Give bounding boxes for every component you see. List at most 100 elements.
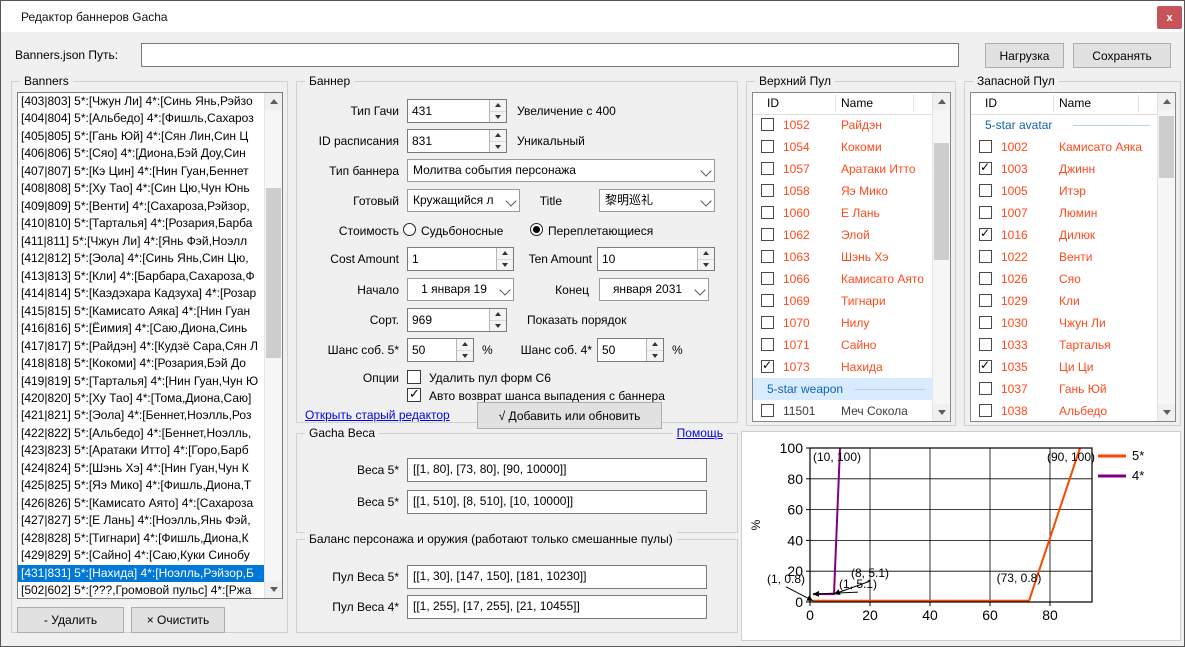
banner-list-item[interactable]: [428|828] 5*:[Тигнари] 4*:[Фишль,Диона,К bbox=[18, 530, 265, 547]
spin-up-icon[interactable] bbox=[698, 248, 714, 259]
pool-row[interactable]: 1005Итэр bbox=[971, 180, 1158, 202]
banner-list-item[interactable]: [414|814] 5*:[Каэдэхара Кадзуха] 4*:[Роз… bbox=[18, 285, 265, 302]
spin-up-icon[interactable] bbox=[647, 339, 663, 350]
end-date-select[interactable]: января 2031 bbox=[599, 278, 709, 301]
banner-list-item[interactable]: [409|809] 5*:[Венти] 4*:[Сахароза,Рэйзор… bbox=[18, 198, 265, 215]
pool4-input[interactable]: [[1, 255], [17, 255], [21, 10455]] bbox=[407, 595, 707, 619]
cost-radio-fate[interactable] bbox=[403, 223, 416, 236]
pool-row[interactable]: 1029Кли bbox=[971, 290, 1158, 312]
banner-list-item[interactable]: [415|815] 5*:[Камисато Аяка] 4*:[Нин Гуа… bbox=[18, 303, 265, 320]
banner-type-select[interactable]: Молитва события персонажа bbox=[407, 159, 715, 182]
row-checkbox[interactable] bbox=[979, 206, 992, 219]
row-checkbox[interactable] bbox=[979, 360, 992, 373]
row-checkbox[interactable] bbox=[979, 140, 992, 153]
spin-down-icon[interactable] bbox=[490, 111, 506, 123]
pool-row[interactable]: 1071Сайно bbox=[753, 334, 933, 356]
spin-up-icon[interactable] bbox=[490, 130, 506, 141]
spin-down-icon[interactable] bbox=[457, 350, 473, 362]
clear-banners-button[interactable]: × Очистить bbox=[131, 607, 225, 633]
weights5b-input[interactable]: [[1, 510], [8, 510], [10, 10000]] bbox=[407, 490, 707, 514]
title-select[interactable]: 黎明巡礼 bbox=[599, 189, 715, 212]
reserve-pool-scrollbar[interactable] bbox=[1157, 93, 1175, 421]
row-checkbox[interactable] bbox=[979, 272, 992, 285]
banner-list-item[interactable]: [427|827] 5*:[Е Лань] 4*:[Ноэлль,Янь Фэй… bbox=[18, 512, 265, 529]
row-checkbox[interactable] bbox=[761, 228, 774, 241]
pool-row[interactable]: 1038Альбедо bbox=[971, 400, 1158, 421]
pool-row[interactable]: 1026Сяо bbox=[971, 268, 1158, 290]
cost-option1-label[interactable]: Судьбоносные bbox=[421, 219, 503, 243]
pool-row[interactable]: 1066Камисато Аято bbox=[753, 268, 933, 290]
pool-row[interactable]: 1035Ци Ци bbox=[971, 356, 1158, 378]
banner-list-item[interactable]: [403|803] 5*:[Чжун Ли] 4*:[Синь Янь,Рэйз… bbox=[18, 93, 265, 110]
banner-list-item[interactable]: [404|804] 5*:[Альбедо] 4*:[Фишль,Сахароз bbox=[18, 110, 265, 127]
upper-pool-scrollbar[interactable] bbox=[932, 93, 950, 421]
banner-list-item[interactable]: [424|824] 5*:[Шэнь Хэ] 4*:[Нин Гуан,Чун … bbox=[18, 460, 265, 477]
help-link[interactable]: Помощь bbox=[673, 426, 727, 440]
delete-banner-button[interactable]: - Удалить bbox=[17, 607, 124, 633]
pool-row[interactable]: 1022Венти bbox=[971, 246, 1158, 268]
banner-list-item[interactable]: [422|822] 5*:[Альбедо] 4*:[Беннет,Ноэлль… bbox=[18, 425, 265, 442]
spin-down-icon[interactable] bbox=[698, 259, 714, 271]
banner-list-item[interactable]: [418|818] 5*:[Кокоми] 4*:[Розария,Бэй До bbox=[18, 355, 265, 372]
banner-list-item[interactable]: [421|821] 5*:[Эола] 4*:[Беннет,Ноэлль,Ро… bbox=[18, 407, 265, 424]
row-checkbox[interactable] bbox=[979, 250, 992, 263]
schedule-id-spinner[interactable]: 831 bbox=[407, 129, 507, 153]
pool-row[interactable]: 1058Яэ Мико bbox=[753, 180, 933, 202]
row-checkbox[interactable] bbox=[761, 206, 774, 219]
scroll-thumb[interactable] bbox=[934, 143, 949, 260]
spin-up-icon[interactable] bbox=[457, 339, 473, 350]
gacha-type-spinner[interactable]: 431 bbox=[407, 99, 507, 123]
pool-row[interactable]: 1070Нилу bbox=[753, 312, 933, 334]
banner-list-item[interactable]: [426|826] 5*:[Камисато Аято] 4*:[Сахароз… bbox=[18, 495, 265, 512]
row-checkbox[interactable] bbox=[979, 316, 992, 329]
close-button[interactable]: x bbox=[1157, 6, 1182, 29]
pool-row[interactable]: 11501Меч Сокола bbox=[753, 400, 933, 421]
chance4-spinner[interactable]: 50 bbox=[597, 338, 664, 362]
row-checkbox[interactable] bbox=[979, 162, 992, 175]
scroll-up-icon[interactable] bbox=[1158, 93, 1175, 110]
path-input[interactable] bbox=[141, 43, 959, 67]
row-checkbox[interactable] bbox=[761, 404, 774, 417]
reserve-pool-table[interactable]: ID Name 5-star avatar1002Камисато Аяка10… bbox=[970, 92, 1176, 422]
chance5-spinner[interactable]: 50 bbox=[407, 338, 474, 362]
banner-list-item[interactable]: [411|811] 5*:[Чжун Ли] 4*:[Янь Фэй,Ноэлл bbox=[18, 233, 265, 250]
pool-row[interactable]: 1037Гань Юй bbox=[971, 378, 1158, 400]
row-checkbox[interactable] bbox=[979, 404, 992, 417]
old-editor-link[interactable]: Открыть старый редактор bbox=[305, 408, 450, 422]
pool-row[interactable]: 1060Е Лань bbox=[753, 202, 933, 224]
row-checkbox[interactable] bbox=[761, 184, 774, 197]
ten-amount-spinner[interactable]: 10 bbox=[597, 247, 715, 271]
pool-row[interactable]: 1073Нахида bbox=[753, 356, 933, 378]
banner-list-item[interactable]: [412|812] 5*:[Эола] 4*:[Синь Янь,Син Цю, bbox=[18, 250, 265, 267]
pool-row[interactable]: 1016Дилюк bbox=[971, 224, 1158, 246]
banner-list-item[interactable]: [413|813] 5*:[Кли] 4*:[Барбара,Сахароза,… bbox=[18, 268, 265, 285]
row-checkbox[interactable] bbox=[979, 294, 992, 307]
row-checkbox[interactable] bbox=[979, 338, 992, 351]
banner-list-item[interactable]: [425|825] 5*:[Яэ Мико] 4*:[Фишль,Диона,Т bbox=[18, 477, 265, 494]
row-checkbox[interactable] bbox=[761, 118, 774, 131]
banner-list-item[interactable]: [417|817] 5*:[Райдэн] 4*:[Кудзё Сара,Сян… bbox=[18, 338, 265, 355]
row-checkbox[interactable] bbox=[761, 338, 774, 351]
spin-down-icon[interactable] bbox=[647, 350, 663, 362]
add-update-button[interactable]: √ Добавить или обновить bbox=[477, 402, 662, 429]
remove-c6-checkbox[interactable] bbox=[407, 370, 421, 384]
pool-row[interactable]: 1007Люмин bbox=[971, 202, 1158, 224]
banner-list-item[interactable]: [423|823] 5*:[Аратаки Итто] 4*:[Горо,Бар… bbox=[18, 442, 265, 459]
scroll-up-icon[interactable] bbox=[265, 93, 282, 110]
scroll-down-icon[interactable] bbox=[933, 404, 950, 421]
spin-down-icon[interactable] bbox=[490, 320, 506, 332]
row-checkbox[interactable] bbox=[979, 382, 992, 395]
banner-list-item[interactable]: [410|810] 5*:[Тарталья] 4*:[Розария,Барб… bbox=[18, 215, 265, 232]
row-checkbox[interactable] bbox=[761, 250, 774, 263]
row-checkbox[interactable] bbox=[761, 162, 774, 175]
scroll-down-icon[interactable] bbox=[1158, 404, 1175, 421]
scroll-thumb[interactable] bbox=[1159, 116, 1174, 178]
scroll-up-icon[interactable] bbox=[933, 93, 950, 110]
banner-list-item[interactable]: [416|816] 5*:[Ёимия] 4*:[Саю,Диона,Синь bbox=[18, 320, 265, 337]
pool-row[interactable]: 1002Камисато Аяка bbox=[971, 136, 1158, 158]
sort-spinner[interactable]: 969 bbox=[407, 308, 507, 332]
pool-row[interactable]: 1054Кокоми bbox=[753, 136, 933, 158]
banners-listbox[interactable]: [403|803] 5*:[Чжун Ли] 4*:[Синь Янь,Рэйз… bbox=[17, 92, 283, 599]
row-checkbox[interactable] bbox=[761, 294, 774, 307]
pool-row[interactable]: 1052Райдэн bbox=[753, 114, 933, 136]
